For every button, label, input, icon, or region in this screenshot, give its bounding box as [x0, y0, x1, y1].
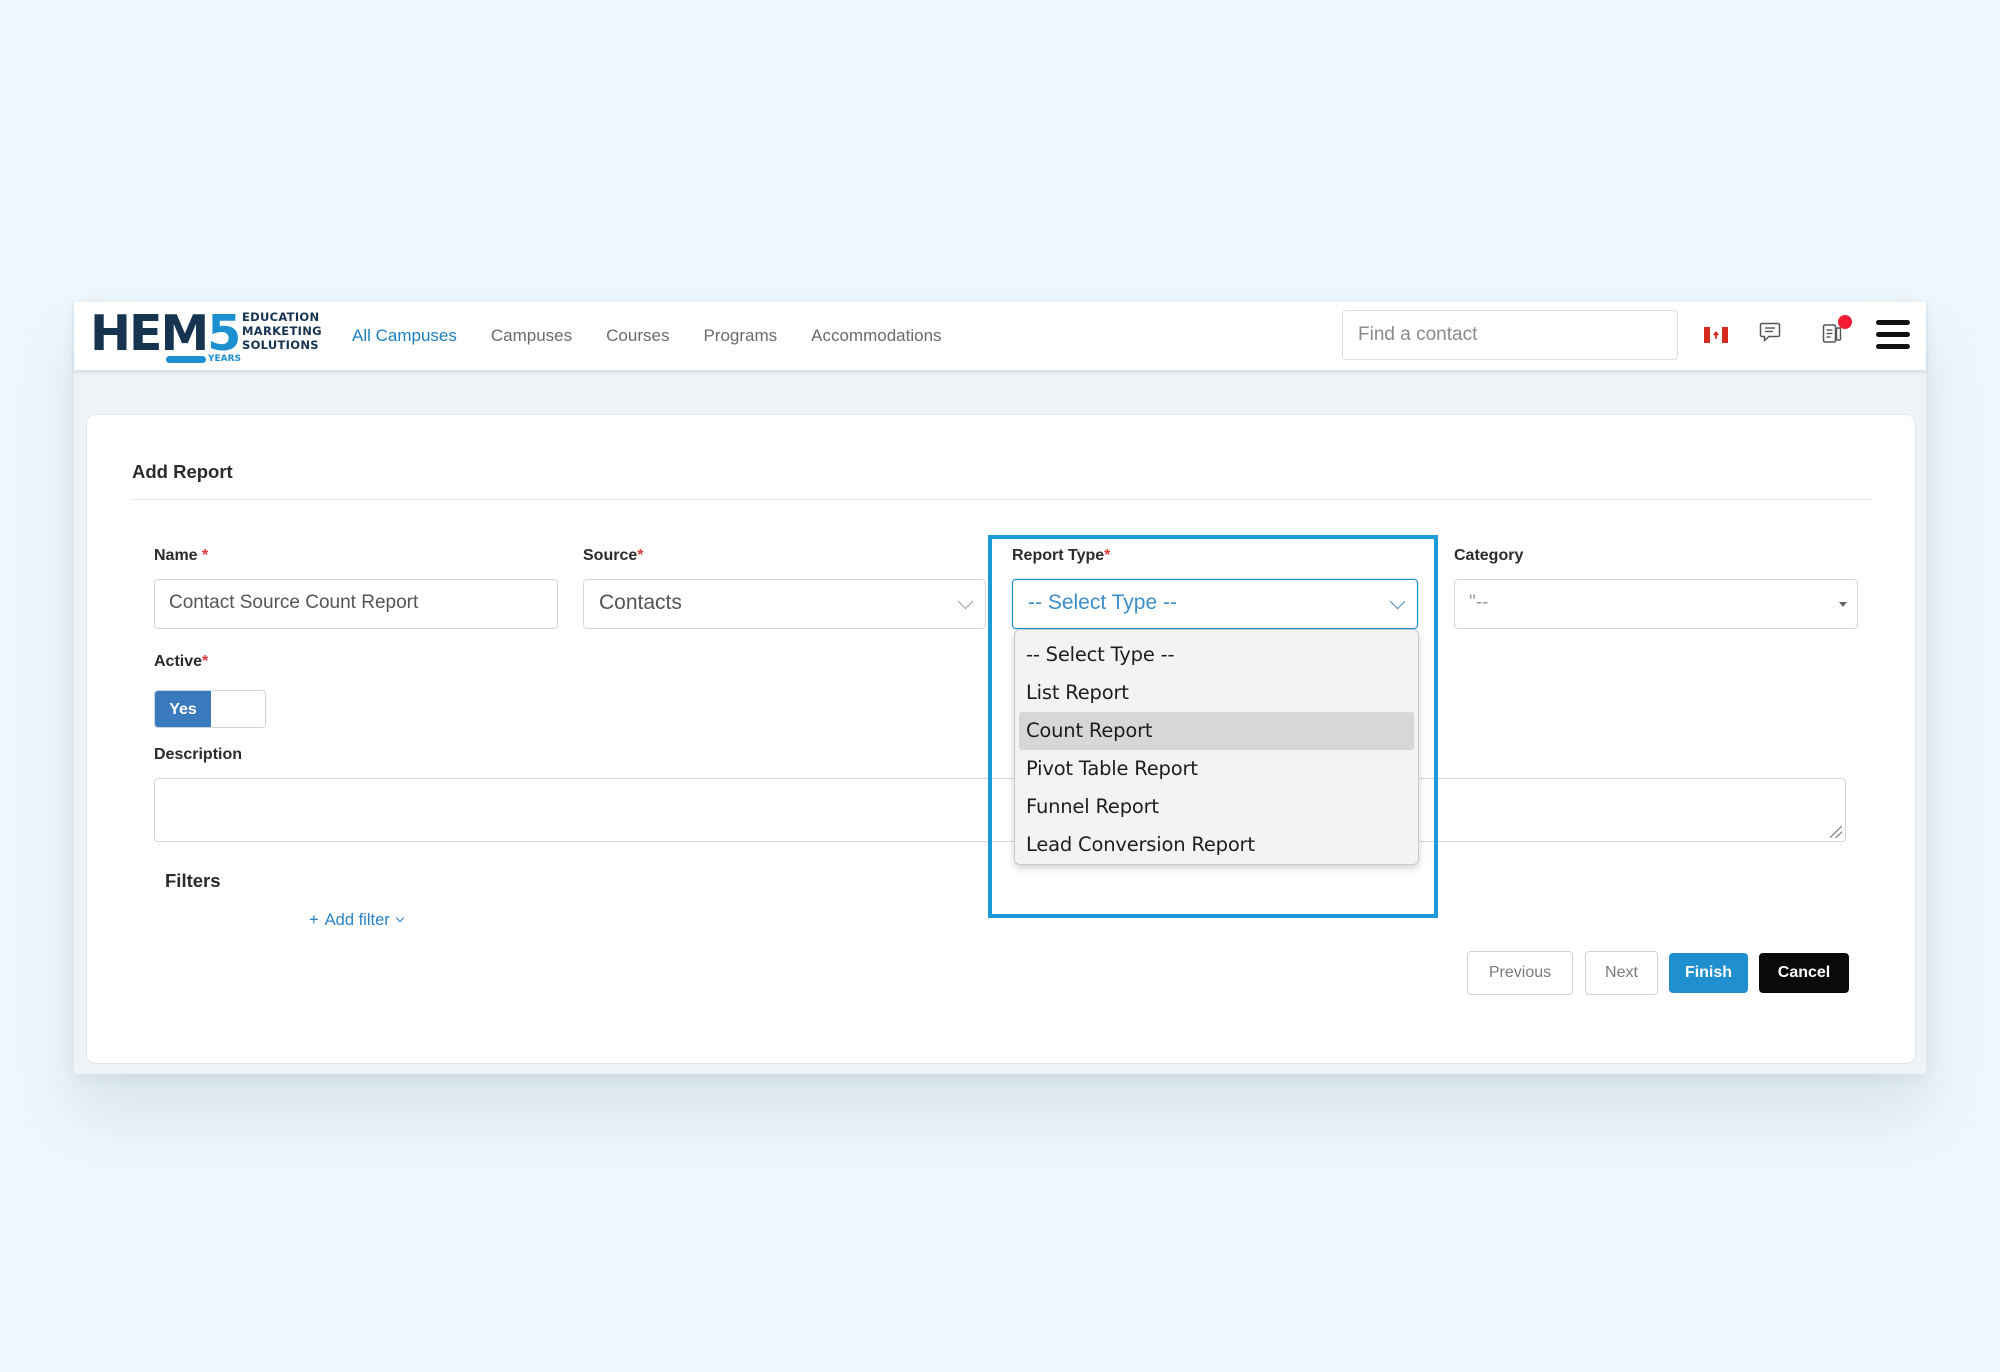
- chevron-down-icon: [395, 913, 405, 923]
- previous-button[interactable]: Previous: [1467, 951, 1573, 995]
- active-label: Active*: [154, 653, 209, 670]
- title-divider: [132, 499, 1872, 500]
- notification-dot: [1838, 315, 1852, 329]
- finish-button[interactable]: Finish: [1669, 953, 1748, 993]
- option-count-report[interactable]: Count Report: [1019, 712, 1414, 750]
- cancel-button[interactable]: Cancel: [1759, 953, 1849, 993]
- caret-down-icon: [1839, 602, 1847, 607]
- nav-item-campuses[interactable]: Campuses: [491, 326, 572, 346]
- message-icon[interactable]: [1758, 320, 1782, 344]
- logo-years-bar: [166, 356, 206, 363]
- option-select-type[interactable]: -- Select Type --: [1019, 636, 1414, 674]
- nav-item-courses[interactable]: Courses: [606, 326, 669, 346]
- name-input[interactable]: Contact Source Count Report: [154, 579, 558, 629]
- logo-years-label: YEARS: [208, 354, 242, 364]
- category-select[interactable]: "--: [1454, 579, 1858, 629]
- page-title: Add Report: [132, 461, 233, 482]
- contact-search-input[interactable]: Find a contact: [1342, 310, 1678, 360]
- active-toggle-yes[interactable]: Yes: [155, 691, 211, 727]
- category-select-value: "--: [1469, 592, 1489, 613]
- source-select-value: Contacts: [599, 591, 682, 614]
- nav-item-programs[interactable]: Programs: [703, 326, 777, 346]
- description-label: Description: [154, 746, 243, 763]
- hem-logo[interactable]: HEM5 EDUCATION MARKETING SOLUTIONS YEARS: [90, 306, 322, 368]
- nav-item-all-campuses[interactable]: All Campuses: [352, 326, 457, 346]
- chevron-down-icon: [957, 593, 974, 610]
- name-label: Name *: [154, 547, 209, 564]
- canada-flag-icon[interactable]: [1704, 327, 1728, 343]
- option-list-report[interactable]: List Report: [1019, 674, 1414, 712]
- resize-handle-icon[interactable]: [1830, 826, 1842, 838]
- top-navigation-bar: HEM5 EDUCATION MARKETING SOLUTIONS YEARS…: [74, 302, 1926, 370]
- category-label: Category: [1454, 547, 1524, 564]
- add-filter-button[interactable]: + Add filter: [309, 911, 405, 930]
- plus-icon: +: [309, 911, 319, 929]
- option-pivot-table-report[interactable]: Pivot Table Report: [1019, 750, 1414, 788]
- source-label: Source*: [583, 547, 644, 564]
- hamburger-menu-icon[interactable]: [1876, 320, 1912, 350]
- main-nav: All Campuses Campuses Courses Programs A…: [352, 326, 976, 346]
- option-lead-conversion-report[interactable]: Lead Conversion Report: [1019, 826, 1414, 864]
- option-funnel-report[interactable]: Funnel Report: [1019, 788, 1414, 826]
- active-toggle[interactable]: Yes: [154, 690, 266, 728]
- report-type-options-list: -- Select Type -- List Report Count Repo…: [1014, 629, 1419, 865]
- next-button[interactable]: Next: [1585, 951, 1658, 995]
- nav-item-accommodations[interactable]: Accommodations: [811, 326, 941, 346]
- source-select[interactable]: Contacts: [583, 579, 986, 629]
- filters-heading: Filters: [165, 870, 221, 891]
- logo-tagline: EDUCATION MARKETING SOLUTIONS: [242, 310, 322, 352]
